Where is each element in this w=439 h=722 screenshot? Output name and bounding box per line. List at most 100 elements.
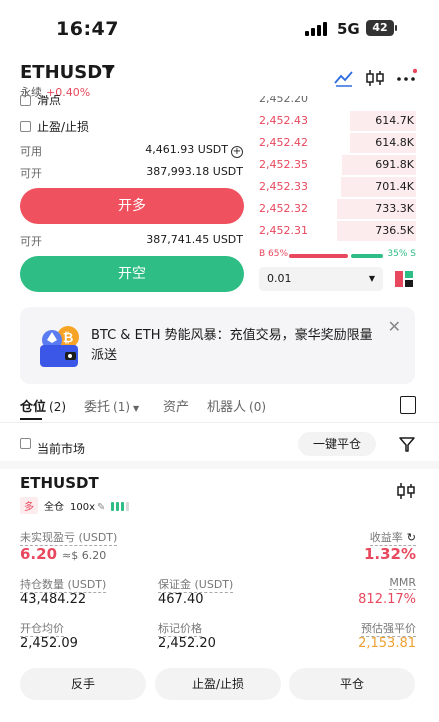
ask-price: 2,452.32 [259,202,308,215]
entry-price-label[interactable]: 开仓均价 [20,620,64,637]
can-open-long-value: 387,993.18 USDT [146,165,243,178]
orderbook-ask-row[interactable]: 2,452.32 733.3K [259,198,416,220]
sell-ratio-bar [351,254,383,258]
can-open-label: 可开 [20,167,42,180]
mark-price-label[interactable]: 标记价格 [158,620,202,637]
entry-price-value: 2,452.09 [20,636,78,651]
chevron-down-icon: ▼ [133,404,140,413]
filter-icon[interactable] [398,435,416,453]
close-position-button[interactable]: 平仓 [289,668,415,700]
can-open-label-short: 可开 [20,235,42,248]
orderbook-layout-icon[interactable] [393,268,415,290]
pair-header: ETHUSDT ▼ 永续 +0.40% [0,56,439,99]
can-open-short-value: 387,741.45 USDT [146,233,243,246]
pair-selector[interactable]: ETHUSDT [20,62,114,83]
orderbook-ask-row[interactable]: 2,452.35 691.8K [259,154,416,176]
filter-row: 当前市场 一键平仓 [20,432,420,456]
candlestick-icon[interactable] [364,68,386,88]
ask-price: 2,452.33 [259,180,308,193]
candlestick-icon[interactable] [396,482,416,500]
buy-ratio-bar [289,254,348,258]
ask-price: 2,452.35 [259,158,308,171]
ask-quantity: 614.8K [375,136,414,149]
margin-value: 467.40 [158,592,204,607]
slippage-checkbox[interactable] [20,95,31,106]
network-label: 5G [337,20,360,38]
precision-select[interactable]: 0.01 ▼ [259,267,383,291]
plus-icon[interactable]: + [231,146,243,158]
orderbook-ask-row[interactable]: 2,452.33 701.4K [259,176,416,198]
status-bar: 16:47 5G 42 [0,0,439,56]
signal-icon [305,22,329,36]
tp-sl-label: 止盈/止损 [37,120,90,134]
position-size-label[interactable]: 持仓数量 (USDT) [20,576,107,593]
liq-price-value: 2,153.81 [358,636,416,651]
tab-assets[interactable]: 资产 [163,396,189,415]
chart-line-icon[interactable] [333,68,355,88]
roe-value: 1.32% [363,545,416,563]
banner-text: BTC & ETH 势能风暴：充值交易，豪华奖励限量派送 [91,328,373,363]
orderbook-partial-row[interactable]: 2,452.20 [259,96,416,106]
buy-ratio-label: B 65% [259,249,289,259]
ask-quantity: 614.7K [375,114,414,127]
chevron-down-icon: ▼ [368,274,375,283]
ask-price: 2,452.31 [259,224,308,237]
reverse-button[interactable]: 反手 [20,668,146,700]
active-tab-indicator [20,418,42,420]
svg-text:₿: ₿ [63,331,74,346]
promo-banner[interactable]: ₿ BTC & ETH 势能风暴：充值交易，豪华奖励限量派送 ✕ [20,307,415,384]
current-market-label: 当前市场 [37,442,86,456]
tp-sl-button[interactable]: 止盈/止损 [155,668,281,700]
unrealized-pnl-value: 6.20 ≈$ 6.20 [20,545,107,563]
sell-ratio-label: 35% S [387,249,416,259]
tabs-divider [0,422,439,423]
margin-label[interactable]: 保证金 (USDT) [158,576,234,593]
position-tags: 多全仓 100x ✎ [20,497,131,514]
unrealized-pnl-label[interactable]: 未实现盈亏 (USDT) [20,529,118,546]
chevron-down-icon[interactable]: ▼ [105,64,113,77]
mmr-value: 812.17% [358,592,416,607]
buy-sell-ratio: B 65% 35% S [259,249,416,263]
wallet-coins-icon: ₿ [40,326,79,367]
orderbook-ask-row[interactable]: 2,452.31 736.5K [259,220,416,242]
tab-positions[interactable]: 仓位 (2) [20,396,66,415]
ask-price: 2,452.42 [259,136,308,149]
ask-quantity: 691.8K [375,158,414,171]
more-icon[interactable] [395,68,417,88]
position-size-value: 43,484.22 [20,592,87,607]
liq-price-label[interactable]: 预估强平价 [361,620,416,637]
open-short-button[interactable]: 开空 [20,256,244,292]
slippage-label: 滑点 [37,95,62,107]
position-symbol[interactable]: ETHUSDT [20,474,99,492]
position-tabs: 仓位 (2) 委托 (1) ▼ 资产 机器人 (0) [20,396,420,420]
ask-quantity: 733.3K [375,202,414,215]
tab-bots[interactable]: 机器人 (0) [207,396,266,415]
available-value: 4,461.93 USDT + [145,143,243,158]
slippage-option[interactable]: 滑点 [20,95,61,107]
battery-icon: 42 [366,20,397,36]
ask-quantity: 736.5K [375,224,414,237]
section-divider [0,461,439,469]
document-icon[interactable] [400,396,416,414]
open-long-button[interactable]: 开多 [20,188,244,224]
tp-sl-option[interactable]: 止盈/止损 [20,118,89,135]
ask-quantity: 701.4K [375,180,414,193]
side-badge: 多 [20,497,38,514]
orderbook-ask-row[interactable]: 2,452.42 614.8K [259,132,416,154]
tab-orders[interactable]: 委托 (1) ▼ [84,396,139,415]
edit-icon: ✎ [97,502,106,513]
refresh-icon[interactable]: ↻ [407,531,416,544]
signal-strength-icon [111,502,131,514]
mmr-label[interactable]: MMR [389,576,416,590]
tp-sl-checkbox[interactable] [20,121,31,132]
leverage-badge[interactable]: 100x ✎ [70,502,105,513]
close-all-button[interactable]: 一键平仓 [298,432,376,456]
current-market-checkbox[interactable] [20,438,31,449]
mark-price-value: 2,452.20 [158,636,216,651]
roe-label[interactable]: 收益率 ↻ [369,529,416,546]
close-icon[interactable]: ✕ [388,317,401,336]
status-time: 16:47 [56,18,119,40]
precision-value: 0.01 [267,272,292,285]
ask-price: 2,452.43 [259,114,308,127]
orderbook-ask-row[interactable]: 2,452.43 614.7K [259,110,416,132]
